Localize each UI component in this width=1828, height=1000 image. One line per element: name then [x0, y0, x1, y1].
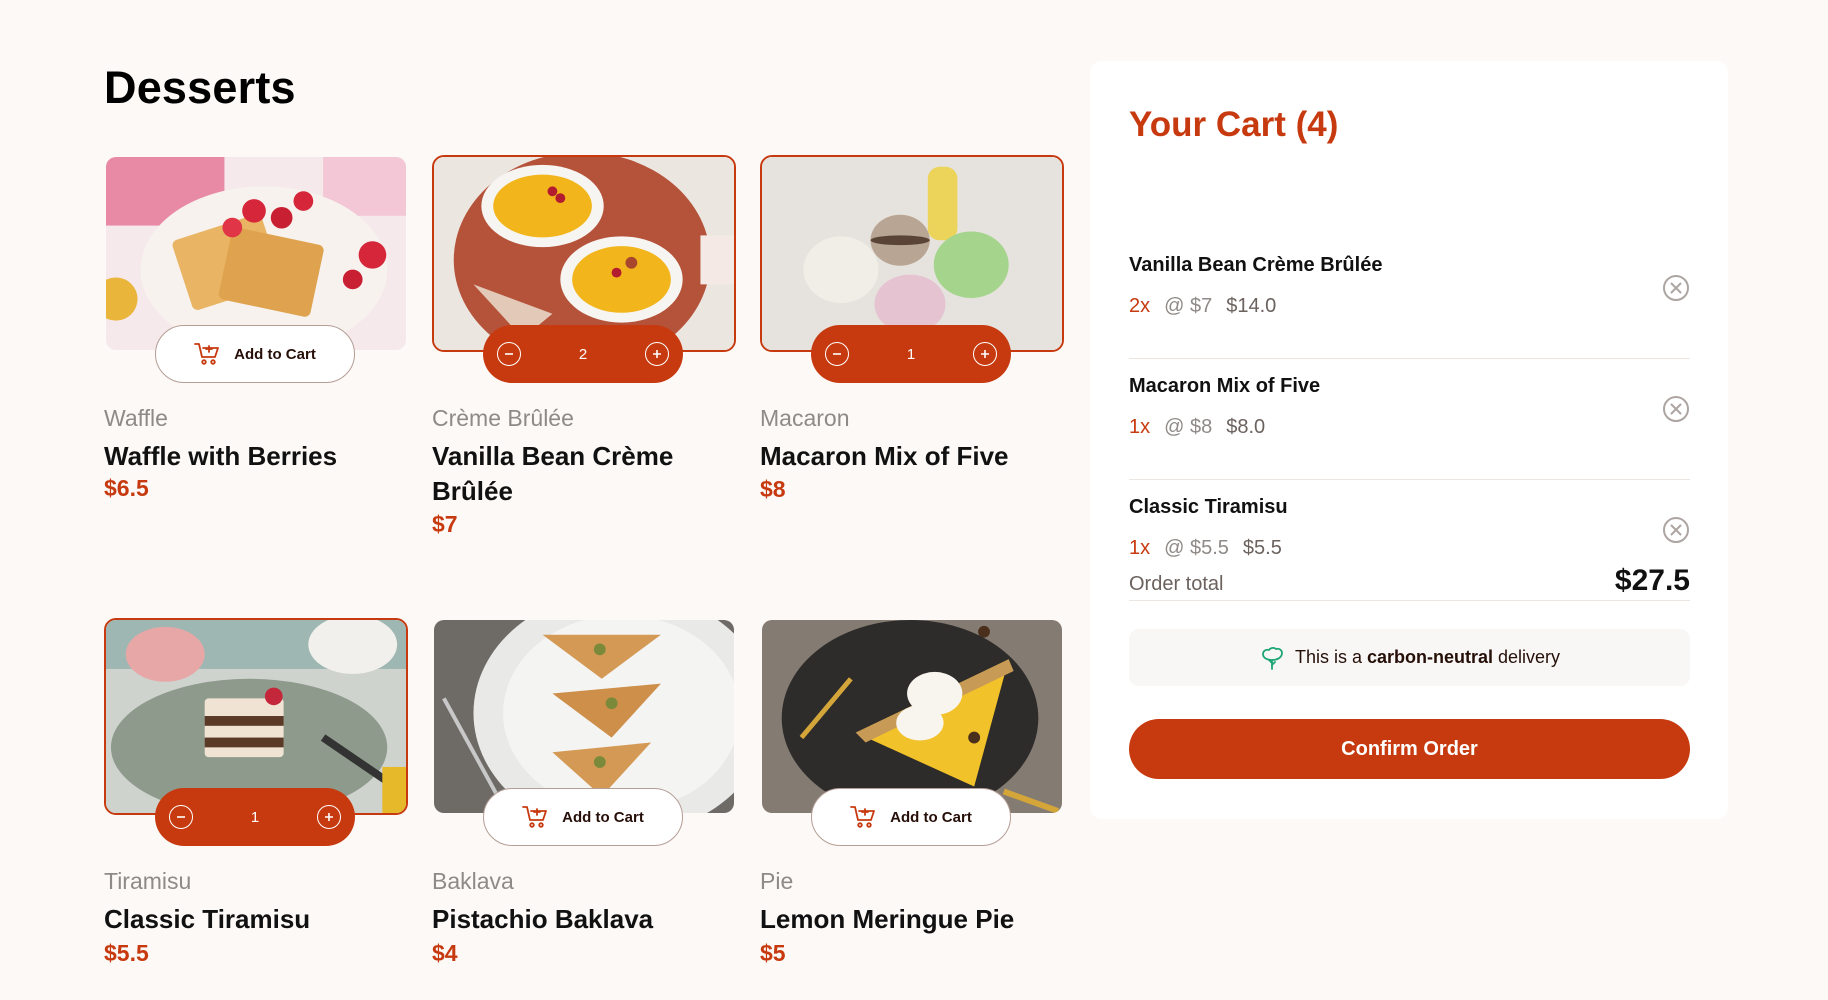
product-image-creme-brulee — [432, 155, 736, 352]
quantity-stepper: 1 — [155, 788, 355, 846]
product-name: Waffle with Berries — [104, 441, 338, 471]
cart-item-total: $14.0 — [1226, 295, 1277, 317]
quantity-value: 1 — [906, 345, 916, 363]
product-image-baklava — [432, 618, 736, 815]
add-to-cart-icon — [194, 342, 220, 366]
order-total-label: Order total — [1129, 573, 1224, 595]
cart-item-unit-price: @ $8 — [1164, 416, 1213, 438]
order-total-value: $27.5 — [1614, 564, 1690, 597]
cart-item-unit-price: @ $5.5 — [1164, 537, 1229, 559]
close-circle-icon — [1663, 517, 1689, 543]
cart-item-qty: 1x — [1129, 416, 1151, 438]
cart-item-total: $5.5 — [1242, 537, 1282, 559]
carbon-neutral-notice: This is a carbon-neutral delivery — [1129, 629, 1690, 686]
minus-icon — [177, 816, 185, 818]
add-to-cart-label: Add to Cart — [234, 345, 316, 363]
product-category: Baklava — [432, 868, 514, 894]
cart-item-meta: 1x @ $5.5 $5.5 — [1129, 537, 1282, 560]
product-name: Vanilla Bean Crème Brûlée — [432, 441, 674, 506]
product-image-waffle — [104, 155, 408, 352]
product-name: Lemon Meringue Pie — [760, 904, 1015, 934]
plus-icon — [981, 350, 989, 358]
minus-icon — [505, 353, 513, 355]
product-card-creme-brulee: 2 Crème Brûlée Vanilla Bean Crème Brûlée… — [432, 155, 736, 537]
add-to-cart-button[interactable]: Add to Cart — [155, 325, 355, 383]
plus-icon — [325, 813, 333, 821]
product-price: $4 — [432, 940, 458, 966]
product-price: $8 — [760, 476, 786, 502]
plus-icon — [653, 350, 661, 358]
product-name: Macaron Mix of Five — [760, 441, 1009, 471]
cart-item-qty: 1x — [1129, 537, 1151, 559]
product-category: Crème Brûlée — [432, 405, 574, 431]
product-category: Pie — [760, 868, 794, 894]
increment-button[interactable] — [317, 805, 341, 829]
close-circle-icon — [1663, 275, 1689, 301]
product-price: $7 — [432, 511, 458, 537]
cart-item-meta: 1x @ $8 $8.0 — [1129, 416, 1265, 439]
product-price: $5 — [760, 940, 786, 966]
product-card-pie: Add to Cart Pie Lemon Meringue Pie $5 — [760, 618, 1064, 966]
minus-icon — [833, 353, 841, 355]
add-to-cart-button[interactable]: Add to Cart — [483, 788, 683, 846]
close-circle-icon — [1663, 396, 1689, 422]
product-card-waffle: Add to Cart Waffle Waffle with Berries $… — [104, 155, 408, 501]
remove-item-button[interactable] — [1662, 274, 1690, 302]
product-image-macaron — [760, 155, 1064, 352]
add-to-cart-icon — [522, 805, 548, 829]
product-price: $5.5 — [104, 940, 149, 966]
product-price: $6.5 — [104, 475, 149, 501]
remove-item-button[interactable] — [1662, 516, 1690, 544]
cart-item: Vanilla Bean Crème Brûlée 2x @ $7 $14.0 — [1129, 238, 1690, 359]
remove-item-button[interactable] — [1662, 395, 1690, 423]
product-card-baklava: Add to Cart Baklava Pistachio Baklava $4 — [432, 618, 736, 966]
product-card-macaron: 1 Macaron Macaron Mix of Five $8 — [760, 155, 1064, 502]
add-to-cart-label: Add to Cart — [890, 808, 972, 826]
quantity-stepper: 2 — [483, 325, 683, 383]
increment-button[interactable] — [973, 342, 997, 366]
confirm-order-button[interactable]: Confirm Order — [1129, 719, 1690, 779]
decrement-button[interactable] — [825, 342, 849, 366]
product-image-pie — [760, 618, 1064, 815]
tree-icon — [1262, 646, 1283, 670]
add-to-cart-label: Add to Cart — [562, 808, 644, 826]
cart-panel: Your Cart (4) Vanilla Bean Crème Brûlée … — [1090, 61, 1728, 819]
page-title: Desserts — [104, 62, 296, 113]
cart-item: Macaron Mix of Five 1x @ $8 $8.0 — [1129, 359, 1690, 480]
decrement-button[interactable] — [497, 342, 521, 366]
cart-item-name: Macaron Mix of Five — [1129, 375, 1321, 397]
cart-item-meta: 2x @ $7 $14.0 — [1129, 295, 1276, 318]
product-image-tiramisu — [104, 618, 408, 815]
carbon-neutral-text: This is a carbon-neutral delivery — [1294, 647, 1561, 667]
cart-title: Your Cart (4) — [1129, 105, 1339, 144]
cart-item-name: Classic Tiramisu — [1129, 496, 1288, 518]
product-card-tiramisu: 1 Tiramisu Classic Tiramisu $5.5 — [104, 618, 408, 966]
add-to-cart-button[interactable]: Add to Cart — [811, 788, 1011, 846]
product-category: Tiramisu — [104, 868, 192, 894]
quantity-value: 2 — [578, 345, 588, 363]
product-category: Waffle — [104, 405, 168, 431]
cart-item-total: $8.0 — [1226, 416, 1266, 438]
page: Desserts Add to Cart Waffle Waffle with … — [0, 0, 1828, 1000]
decrement-button[interactable] — [169, 805, 193, 829]
product-category: Macaron — [760, 405, 850, 431]
product-name: Classic Tiramisu — [104, 904, 311, 934]
cart-item-qty: 2x — [1129, 295, 1151, 317]
product-name: Pistachio Baklava — [432, 904, 654, 934]
quantity-value: 1 — [250, 808, 260, 826]
quantity-stepper: 1 — [811, 325, 1011, 383]
increment-button[interactable] — [645, 342, 669, 366]
cart-item-name: Vanilla Bean Crème Brûlée — [1129, 254, 1383, 276]
cart-item-unit-price: @ $7 — [1164, 295, 1213, 317]
add-to-cart-icon — [850, 805, 876, 829]
